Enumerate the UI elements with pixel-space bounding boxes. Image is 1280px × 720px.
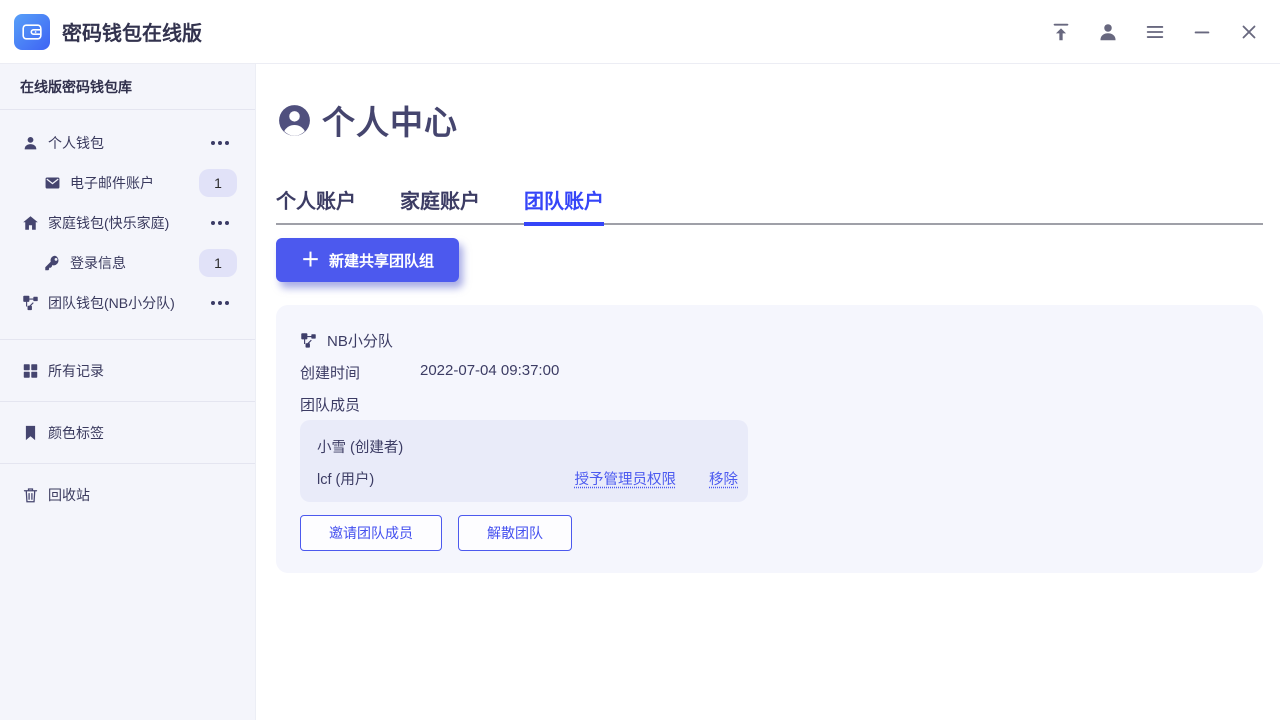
sidebar-item-label: 颜色标签: [48, 423, 104, 443]
user-icon: [22, 135, 39, 152]
member-name: 小雪 (创建者): [317, 436, 403, 457]
user-circle-icon: [276, 102, 313, 139]
team-card: NB小分队 创建时间 2022-07-04 09:37:00 团队成员 小雪 (…: [276, 305, 1263, 573]
sidebar-item-label: 回收站: [48, 485, 90, 505]
team-name: NB小分队: [327, 330, 393, 351]
count-badge: 1: [199, 169, 237, 197]
team-icon: [22, 295, 39, 312]
sidebar-item-label: 电子邮件账户: [70, 173, 154, 193]
members-label: 团队成员: [300, 394, 360, 415]
new-team-button[interactable]: ＋ 新建共享团队组: [276, 238, 459, 282]
sidebar-item-label: 家庭钱包(快乐家庭): [48, 213, 169, 233]
team-icon: [300, 332, 317, 349]
more-icon[interactable]: [211, 301, 229, 305]
minimize-icon[interactable]: [1191, 21, 1213, 43]
sidebar-item-label: 登录信息: [70, 253, 126, 273]
page-title: 个人中心: [322, 96, 458, 144]
main-content: 个人中心 个人账户 家庭账户 团队账户 ＋ 新建共享团队组 NB小分队 创建时间…: [257, 64, 1280, 720]
team-name-row: NB小分队: [300, 330, 393, 351]
user-icon[interactable]: [1097, 21, 1119, 43]
tab-personal-account[interactable]: 个人账户: [276, 185, 356, 223]
window-controls: [1050, 21, 1260, 43]
sidebar-title: 在线版密码钱包库: [0, 64, 255, 110]
plus-icon: ＋: [301, 251, 320, 270]
sidebar-item-all-records[interactable]: 所有记录: [0, 340, 255, 402]
sidebar-item-recycle-bin[interactable]: 回收站: [0, 464, 255, 526]
sidebar-item-team-wallet[interactable]: 团队钱包(NB小分队): [0, 283, 255, 323]
tab-team-account[interactable]: 团队账户: [524, 185, 604, 226]
sidebar-item-label: 团队钱包(NB小分队): [48, 293, 175, 313]
sidebar-item-color-tags[interactable]: 颜色标签: [0, 402, 255, 464]
sidebar-item-login-info[interactable]: 登录信息 1: [0, 243, 255, 283]
member-list: 小雪 (创建者) lcf (用户) 授予管理员权限 移除: [300, 420, 748, 502]
app-header: 密码钱包在线版: [0, 0, 1280, 64]
created-time-value: 2022-07-04 09:37:00: [420, 362, 559, 379]
app-title: 密码钱包在线版: [62, 17, 202, 46]
key-icon: [44, 255, 61, 272]
grid-icon: [22, 362, 39, 379]
member-actions: 授予管理员权限 移除: [575, 468, 739, 489]
home-icon: [22, 215, 39, 232]
envelope-icon: [44, 175, 61, 192]
grant-admin-link[interactable]: 授予管理员权限: [575, 468, 677, 489]
invite-member-button[interactable]: 邀请团队成员: [300, 515, 442, 551]
bookmark-icon: [22, 424, 39, 441]
team-card-buttons: 邀请团队成员 解散团队: [300, 515, 572, 551]
more-icon[interactable]: [211, 141, 229, 145]
close-icon[interactable]: [1238, 21, 1260, 43]
sidebar-item-personal-wallet[interactable]: 个人钱包: [0, 123, 255, 163]
page-title-row: 个人中心: [276, 96, 458, 144]
trash-icon: [22, 487, 39, 504]
member-row: lcf (用户) 授予管理员权限 移除: [300, 468, 748, 489]
member-row: 小雪 (创建者): [300, 436, 748, 457]
tab-family-account[interactable]: 家庭账户: [400, 185, 480, 223]
count-badge: 1: [199, 249, 237, 277]
member-name: lcf (用户): [317, 468, 374, 489]
sidebar-item-label: 所有记录: [48, 361, 104, 381]
remove-member-link[interactable]: 移除: [709, 468, 738, 489]
menu-icon[interactable]: [1144, 21, 1166, 43]
sidebar-item-email-accounts[interactable]: 电子邮件账户 1: [0, 163, 255, 203]
created-time-label: 创建时间: [300, 362, 360, 383]
sidebar-item-family-wallet[interactable]: 家庭钱包(快乐家庭): [0, 203, 255, 243]
tab-bar: 个人账户 家庭账户 团队账户: [276, 185, 1263, 225]
disband-team-button[interactable]: 解散团队: [458, 515, 572, 551]
wallet-group: 个人钱包 电子邮件账户 1 家庭钱包(快乐家庭): [0, 110, 255, 340]
more-icon[interactable]: [211, 221, 229, 225]
top-arrow-icon[interactable]: [1050, 21, 1072, 43]
new-team-button-label: 新建共享团队组: [329, 250, 434, 271]
sidebar: 在线版密码钱包库 个人钱包 电子邮件账户 1: [0, 64, 256, 720]
sidebar-sections: 所有记录 颜色标签 回收站: [0, 340, 255, 526]
sidebar-item-label: 个人钱包: [48, 133, 104, 153]
wallet-logo-icon: [14, 14, 50, 50]
